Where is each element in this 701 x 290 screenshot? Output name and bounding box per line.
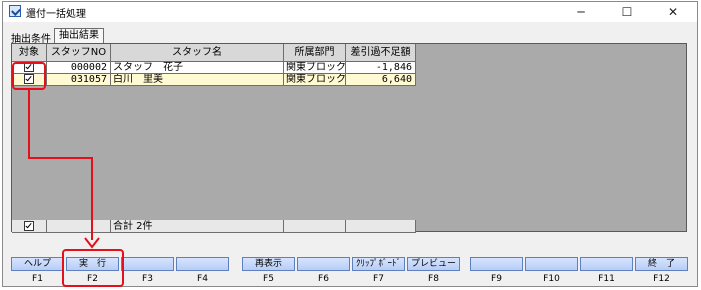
fkey-number: F10 [543,274,560,284]
annotation-highlight-checkboxes [12,62,46,90]
col-header-staff-name[interactable]: スタッフ名 [111,44,284,62]
staff-name-cell: スタッフ 花子 [111,62,284,74]
fkey-f12-exit-button[interactable]: 終 了 [635,257,688,271]
fkey-f4-button[interactable] [176,257,229,271]
footer-total: 合計 2件 [111,220,284,233]
col-header-staff-no[interactable]: スタッフNO [47,44,111,62]
annotation-arrow-line [91,157,93,240]
staff-name-cell: 白川 里美 [111,74,284,86]
annotation-highlight-execute [62,249,124,287]
annotation-arrow-head [84,237,100,249]
select-all-checkbox[interactable] [24,221,34,231]
footer-checkbox-cell[interactable] [12,220,47,233]
fkey-f11-button[interactable] [580,257,633,271]
window-title: 還付一括処理 [26,9,86,20]
fkey-number: F12 [653,274,670,284]
fkey-f3-button[interactable] [121,257,174,271]
balance-cell: -1,846 [346,62,416,74]
fkey-f10-button[interactable] [525,257,578,271]
fkey-number: F11 [598,274,615,284]
fkey-f7-clipboard-button[interactable]: ｸﾘｯﾌﾟﾎﾞｰﾄﾞ [352,257,405,271]
fkey-number: F4 [197,274,208,284]
col-header-department[interactable]: 所属部門 [284,44,346,62]
balance-cell: 6,640 [346,74,416,86]
staff-no-cell: 000002 [47,62,111,74]
staff-no-cell: 031057 [47,74,111,86]
fkey-number: F3 [142,274,153,284]
minimize-button[interactable]: ─ [558,2,604,22]
fkey-number: F7 [373,274,384,284]
fkey-number: F8 [428,274,439,284]
fkey-f1-help-button[interactable]: ヘルプ [11,257,64,271]
fkey-f5-refresh-button[interactable]: 再表示 [242,257,295,271]
fkey-f8-preview-button[interactable]: プレビュー [407,257,460,271]
fkey-f9-button[interactable] [470,257,523,271]
results-grid: 対象 スタッフNO スタッフ名 所属部門 差引過不足額 000002 スタッフ … [11,43,687,233]
annotation-arrow-line [28,90,30,158]
app-icon [9,5,21,17]
col-header-balance[interactable]: 差引過不足額 [346,44,416,62]
app-window: 還付一括処理 ─ ☐ ✕ 抽出条件 抽出結果 対象 スタッフNO スタッフ名 所… [2,1,698,287]
fkey-number: F9 [491,274,502,284]
department-cell: 関東ブロック [284,74,346,86]
col-header-target[interactable]: 対象 [12,44,47,62]
fkey-number: F5 [263,274,274,284]
close-button[interactable]: ✕ [650,2,696,22]
title-bar: 還付一括処理 ─ ☐ ✕ [3,2,697,22]
tab-extract-results[interactable]: 抽出結果 [54,28,104,43]
footer-empty-cell [346,220,416,233]
department-cell: 関東ブロック [284,62,346,74]
annotation-arrow-line [28,157,92,159]
fkey-number: F6 [318,274,329,284]
fkey-f6-button[interactable] [297,257,350,271]
footer-empty-cell [284,220,346,233]
fkey-number: F1 [32,274,43,284]
footer-empty-cell [47,220,111,233]
maximize-button[interactable]: ☐ [604,2,650,22]
